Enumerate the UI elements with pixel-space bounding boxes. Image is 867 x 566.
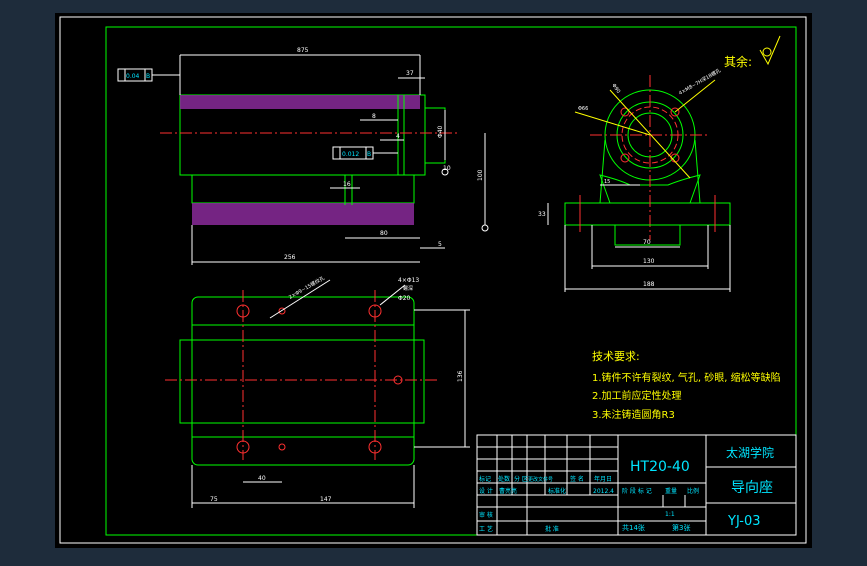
- tol1-value: 0.04: [126, 73, 140, 80]
- dim-plan-75: 75: [210, 496, 218, 503]
- hdr-sign: 签 名: [570, 475, 584, 483]
- hdr-count: 处数: [498, 475, 510, 483]
- title-date: 2012.4: [593, 488, 614, 495]
- dim-plan-holes2: 螺深: [403, 285, 413, 292]
- hatch-lower: [192, 203, 414, 225]
- scale-label: 比例: [687, 487, 699, 495]
- dim-side-15: 15: [604, 179, 610, 185]
- tech-req-title: 技术要求:: [592, 350, 640, 363]
- dim-plan-height: 136: [457, 370, 464, 382]
- row-review: 审 核: [479, 511, 493, 519]
- dim-plan-phi20: Φ20: [398, 295, 411, 302]
- dim-side-130: 130: [643, 258, 655, 265]
- tech-req-item-1: 1.铸件不许有裂纹, 气孔, 砂眼, 缩松等缺陷: [592, 371, 781, 384]
- tech-req-item-3: 3.未注铸造圆角R3: [592, 408, 675, 421]
- row-approve: 批 准: [545, 525, 559, 533]
- dim-front-8: 8: [372, 113, 376, 120]
- dim-plan-holes: 4×Φ13: [398, 277, 419, 284]
- dim-front-5: 5: [438, 241, 442, 248]
- dim-plan-147: 147: [320, 496, 332, 503]
- tol2-value: 0.012: [342, 151, 359, 158]
- title-designer: 曹亮亮: [499, 487, 517, 495]
- tol1-ref: B: [146, 73, 150, 80]
- row-process: 工 艺: [479, 525, 493, 533]
- tech-req-item-2: 2.加工前应定性处理: [592, 389, 682, 402]
- title-school: 太湖学院: [726, 445, 774, 460]
- dim-side-188: 188: [643, 281, 655, 288]
- hdr-change: 更改文件号: [528, 476, 553, 483]
- dim-front-4: 4: [396, 133, 400, 140]
- hdr-date: 年月日: [594, 475, 612, 483]
- stage-label: 阶 段 标 记: [622, 487, 652, 495]
- title-scale: 1:1: [665, 511, 675, 518]
- dim-front-37: 37: [406, 70, 414, 77]
- dim-front-height: 100: [477, 169, 484, 181]
- dim-front-top: 875: [297, 47, 309, 54]
- row-design: 设 计: [479, 487, 493, 495]
- dim-front-10: 10: [443, 165, 451, 172]
- weight-label: 重量: [665, 487, 677, 495]
- dim-front-bottom: 256: [284, 254, 296, 261]
- hdr-zone: 分 区: [514, 475, 528, 483]
- dim-front-phi: Φ40: [437, 125, 444, 138]
- title-sheet-no: 第3张: [672, 523, 690, 532]
- tol2-ref: B: [367, 151, 371, 158]
- dim-plan-40: 40: [258, 475, 266, 482]
- title-sheet-total: 共14张: [622, 523, 645, 532]
- cad-viewport[interactable]: 875 37 8 4 Φ40 10 100 16 80 5 256 0.04 B…: [0, 0, 867, 562]
- drawing-canvas: 875 37 8 4 Φ40 10 100 16 80 5 256 0.04 B…: [55, 13, 812, 548]
- title-part-name: 导向座: [731, 480, 773, 496]
- dim-front-16: 16: [343, 181, 351, 188]
- dim-front-80: 80: [380, 230, 388, 237]
- title-material: HT20-40: [630, 459, 690, 475]
- hdr-mark: 标记: [479, 475, 491, 483]
- roughness-note: 其余:: [724, 54, 752, 69]
- title-drawing-no: YJ-03: [727, 514, 761, 529]
- hatch-upper: [180, 95, 420, 109]
- dim-side-33: 33: [538, 211, 546, 218]
- dim-side-70: 70: [643, 239, 651, 246]
- dim-side-phi66: Φ66: [578, 106, 588, 112]
- title-std: 标准化: [548, 487, 566, 495]
